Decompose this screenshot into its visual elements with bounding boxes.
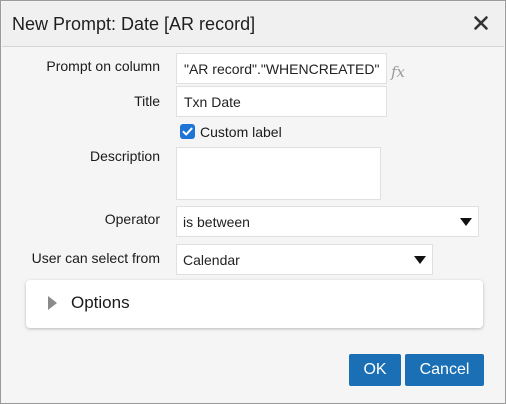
operator-select[interactable]: is between <box>176 206 479 237</box>
title-label: Title <box>134 93 160 109</box>
cancel-button[interactable]: Cancel <box>405 354 484 386</box>
chevron-down-icon <box>414 255 426 264</box>
prompt-on-column-field[interactable]: "AR record"."WHENCREATED" <box>176 53 387 84</box>
fx-icon[interactable]: fx <box>391 63 405 81</box>
custom-label-checkbox[interactable] <box>180 124 195 139</box>
prompt-on-column-label: Prompt on column <box>46 58 160 74</box>
description-label: Description <box>89 148 160 164</box>
custom-label-text: Custom label <box>200 124 282 140</box>
description-textarea[interactable] <box>176 147 381 200</box>
options-label: Options <box>71 293 130 312</box>
dialog-title: New Prompt: Date [AR record] <box>12 14 256 34</box>
new-prompt-dialog: New Prompt: Date [AR record] Prompt on c… <box>0 0 506 404</box>
dialog-title-bar: New Prompt: Date [AR record] <box>2 2 504 47</box>
user-can-select-from-value: Calendar <box>183 251 240 268</box>
operator-label: Operator <box>104 211 160 227</box>
operator-value: is between <box>183 213 250 230</box>
options-section[interactable]: Options <box>26 280 483 328</box>
title-input[interactable]: Txn Date <box>176 86 387 117</box>
close-icon[interactable] <box>472 14 490 32</box>
chevron-down-icon <box>460 217 472 226</box>
expand-triangle-icon <box>48 296 57 310</box>
user-can-select-from-select[interactable]: Calendar <box>176 244 433 275</box>
user-can-select-from-label: User can select from <box>31 250 160 266</box>
ok-button[interactable]: OK <box>349 354 401 386</box>
